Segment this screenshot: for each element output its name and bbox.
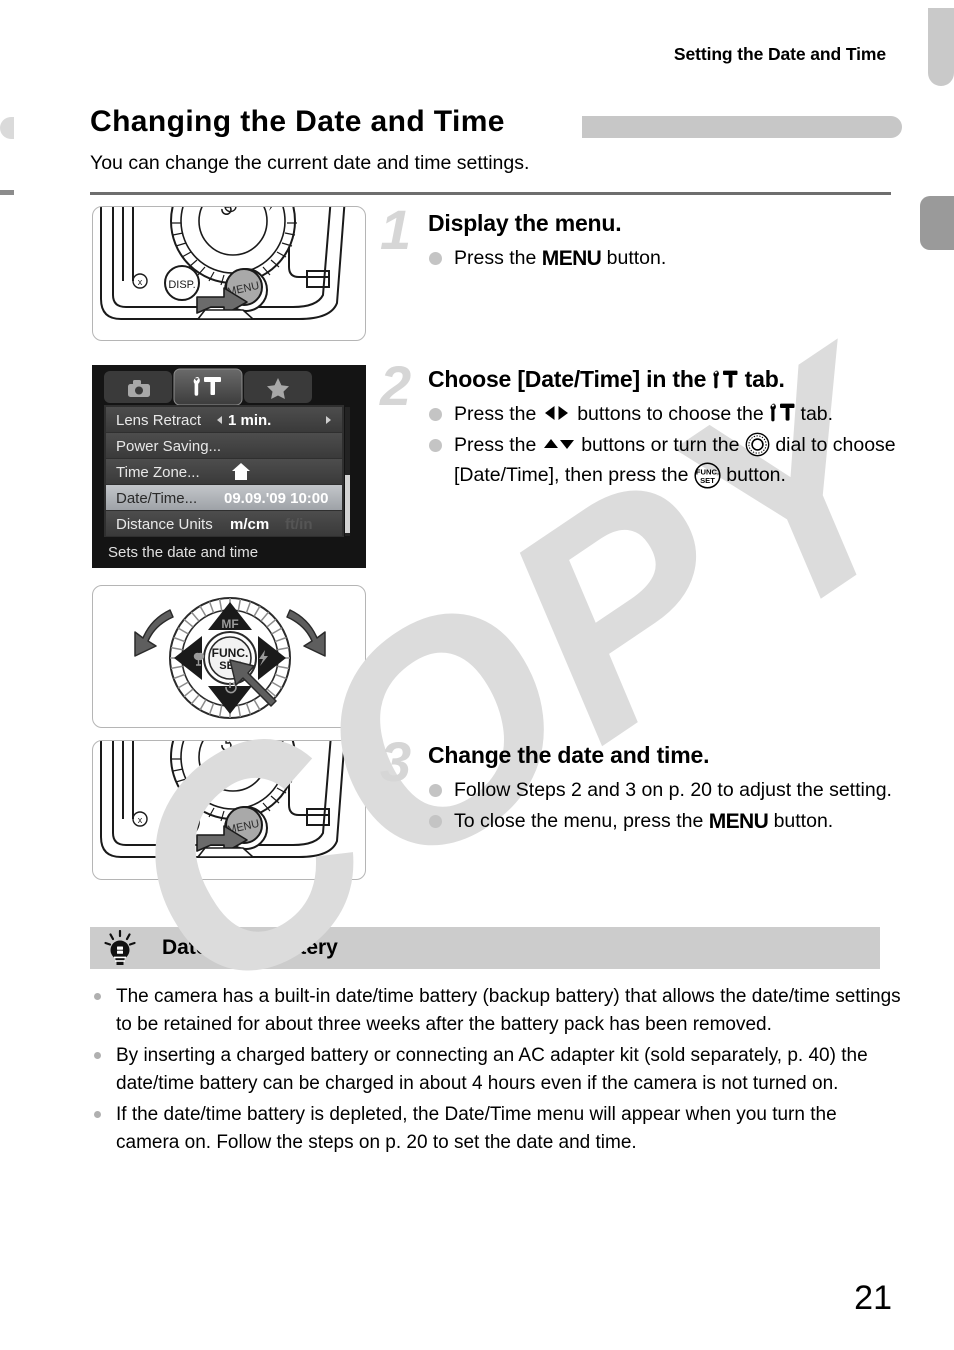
tools-tab-icon	[769, 403, 795, 423]
up-down-buttons-icon	[542, 431, 576, 449]
menu-row-label: Power Saving...	[116, 438, 221, 455]
tip-item: The camera has a built-in date/time batt…	[90, 983, 902, 1038]
lightbulb-icon	[104, 930, 136, 965]
step-2-heading: Choose [Date/Time] in the tab.	[428, 366, 902, 393]
menu-row-value: 1 min.	[228, 412, 271, 429]
figure-control-dial: FUNC. SET MF	[92, 585, 366, 728]
menu-row-label: Time Zone...	[116, 464, 200, 481]
tools-tab-icon	[712, 370, 738, 390]
menu-row-distance-units[interactable]: Distance Units m/cm ft/in	[106, 511, 342, 536]
camera-back-illustration-2: SET DISP. MENU x	[100, 741, 346, 858]
edge-tab-marker-dot	[0, 117, 14, 139]
menu-text-icon: MENU	[708, 810, 769, 833]
horizontal-rule	[90, 192, 891, 195]
control-dial-illustration: FUNC. SET MF	[134, 597, 326, 719]
svg-text:SET: SET	[700, 476, 715, 485]
rotate-left-arrow-icon	[134, 609, 174, 657]
bullet-text-post: button.	[601, 247, 667, 269]
page-title: Changing the Date and Time	[90, 105, 505, 138]
mf-label: MF	[221, 617, 238, 631]
tip-bullet-dot	[94, 993, 101, 1000]
menu-tab-bar	[104, 368, 312, 406]
intro-paragraph: You can change the current date and time…	[90, 152, 530, 174]
menu-row-date-time[interactable]: Date/Time... 09.09.'09 10:00	[106, 485, 342, 510]
tip-bullet-dot	[94, 1052, 101, 1059]
camera-menu-screen-illustration: Lens Retract 1 min. Power Saving... Time…	[92, 365, 366, 568]
step-3-text-block: 3 Change the date and time. Follow Steps…	[380, 734, 902, 838]
bullet-dot	[429, 252, 442, 265]
edge-tab-marker-dash	[0, 190, 14, 195]
camera-back-illustration-1: SET DISP. MENU x	[100, 207, 346, 320]
tip-item: By inserting a charged battery or connec…	[90, 1042, 902, 1097]
bullet-text-pre: To close the menu, press the	[454, 810, 709, 832]
menu-row-lens-retract[interactable]: Lens Retract 1 min.	[106, 407, 342, 432]
step-2-text-block: 2 Choose [Date/Time] in the tab. Press t…	[380, 358, 902, 491]
left-right-buttons-icon	[542, 400, 572, 420]
func-set-icon: FUNC. SET	[694, 462, 721, 489]
running-head: Setting the Date and Time	[673, 44, 886, 64]
bullet-dot	[429, 784, 442, 797]
figure-camera-menu-button-1: SET DISP. MENU x	[92, 206, 366, 341]
svg-text:x: x	[138, 277, 143, 287]
bullet-dot	[429, 439, 442, 452]
menu-row-label: Distance Units	[116, 516, 213, 533]
bullet-dot	[429, 815, 442, 828]
figure-camera-menu-button-2: SET DISP. MENU x	[92, 740, 366, 880]
tip-title: Date/Time battery	[162, 936, 338, 959]
step-2-bullet-1: Press the buttons to choose the tab.	[428, 399, 902, 429]
step-2-bullet-2: Press the buttons or turn the dial to ch…	[428, 430, 902, 490]
tip-header-bar: Date/Time battery	[90, 927, 880, 969]
scrollbar-thumb[interactable]	[345, 475, 350, 533]
svg-text:x: x	[138, 815, 143, 825]
bullet-text-d: button.	[720, 464, 786, 486]
disp-button-label: DISP.	[168, 279, 195, 291]
bullet-text-post: button.	[768, 810, 834, 832]
edge-tab-marker-top	[928, 8, 954, 86]
menu-row-value-dim: ft/in	[285, 516, 313, 533]
step-1-text-block: 1 Display the menu. Press the MENU butto…	[380, 202, 902, 275]
bullet-text-b: buttons or turn the	[575, 434, 745, 456]
control-dial-icon	[745, 432, 770, 457]
tip-bullet-dot	[94, 1111, 101, 1118]
tip-item-text: By inserting a charged battery or connec…	[116, 1045, 868, 1094]
bullet-dot	[429, 408, 442, 421]
bullet-text-b: buttons to choose the	[571, 403, 770, 425]
step-1-bullet-1: Press the MENU button.	[428, 243, 902, 274]
tip-item-text: If the date/time battery is depleted, th…	[116, 1104, 837, 1153]
step-2-heading-post: tab.	[738, 366, 785, 392]
step-1-number: 1	[380, 198, 411, 261]
step-1-heading: Display the menu.	[428, 210, 622, 236]
page-number: 21	[854, 1279, 892, 1317]
menu-row-label: Date/Time...	[116, 490, 197, 507]
step-2-heading-pre: Choose [Date/Time] in the	[428, 366, 713, 392]
tip-body: The camera has a built-in date/time batt…	[90, 983, 902, 1160]
tip-item-text: The camera has a built-in date/time batt…	[116, 986, 901, 1035]
step-3-heading: Change the date and time.	[428, 742, 710, 768]
menu-row-time-zone[interactable]: Time Zone...	[106, 459, 342, 484]
step-3-number: 3	[380, 730, 411, 793]
menu-row-power-saving[interactable]: Power Saving...	[106, 433, 342, 458]
bullet-text-a: Press the	[454, 434, 542, 456]
menu-row-value: m/cm	[230, 516, 269, 533]
menu-row-label: Lens Retract	[116, 412, 202, 429]
step-3-bullet-1: Follow Steps 2 and 3 on p. 20 to adjust …	[428, 775, 902, 805]
menu-row-value: 09.09.'09 10:00	[224, 490, 329, 507]
tip-item: If the date/time battery is depleted, th…	[90, 1101, 902, 1156]
edge-tab-marker-current	[920, 196, 954, 250]
title-row: Changing the Date and Time	[90, 105, 902, 146]
func-label: FUNC.	[212, 646, 249, 660]
menu-text-icon: MENU	[541, 247, 602, 270]
menu-hint-text: Sets the date and time	[108, 544, 258, 561]
bullet-text-a: Press the	[454, 403, 542, 425]
bullet-text: Follow Steps 2 and 3 on p. 20 to adjust …	[454, 779, 892, 801]
bullet-text-pre: Press the	[454, 247, 542, 269]
disp-button-label: DISP.	[168, 817, 195, 829]
figure-camera-menu-screen: Lens Retract 1 min. Power Saving... Time…	[92, 365, 366, 568]
step-3-bullet-2: To close the menu, press the MENU button…	[428, 806, 902, 837]
rotate-right-arrow-icon	[286, 609, 326, 657]
bullet-text-c: tab.	[795, 403, 834, 425]
title-accent-bar	[582, 116, 902, 138]
step-2-number: 2	[380, 354, 411, 417]
